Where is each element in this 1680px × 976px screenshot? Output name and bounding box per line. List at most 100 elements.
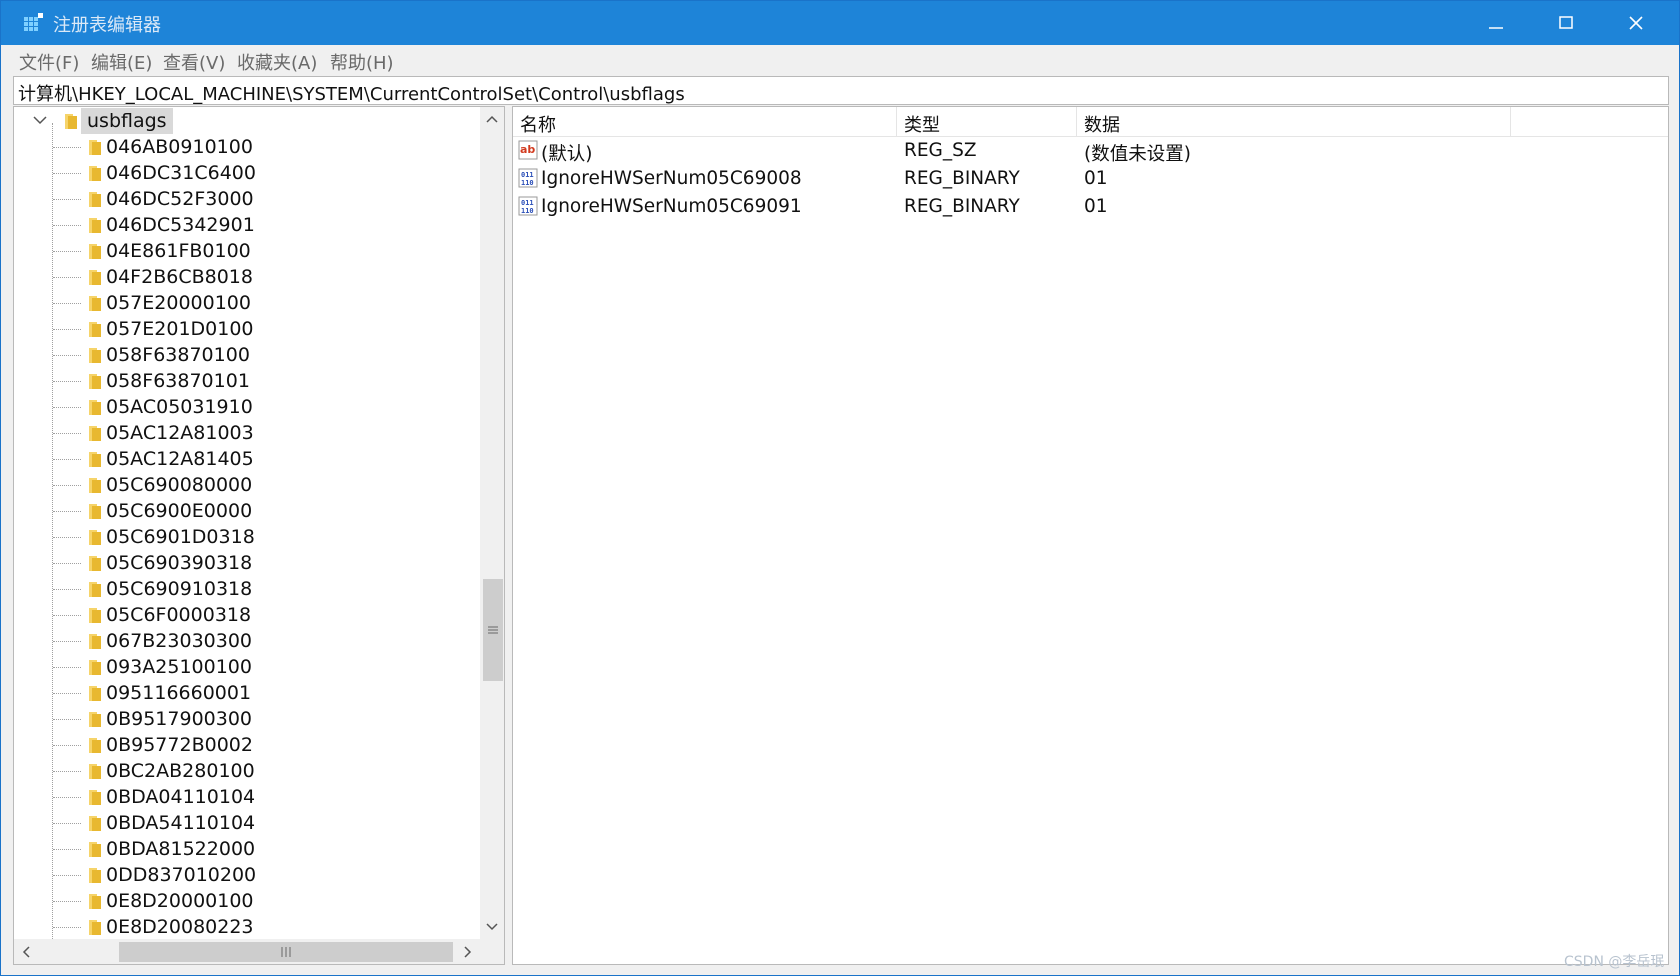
- tree-horizontal-scrollbar[interactable]: [14, 939, 480, 964]
- watermark: CSDN @李岳珉: [1564, 954, 1665, 970]
- tree-node[interactable]: 046DC31C6400: [14, 160, 480, 186]
- column-header-name[interactable]: 名称: [513, 107, 897, 136]
- folder-icon: [88, 658, 102, 676]
- folder-icon: [88, 502, 102, 520]
- tree-connector: [53, 641, 81, 642]
- tree-node-label: 0BDA81522000: [106, 838, 256, 860]
- tree-connector: [53, 563, 81, 564]
- tree-connector: [53, 693, 81, 694]
- tree-node[interactable]: 04E861FB0100: [14, 238, 480, 264]
- tree-node[interactable]: 05C690080000: [14, 472, 480, 498]
- tree-node[interactable]: 05C6901D0318: [14, 524, 480, 550]
- tree-node[interactable]: 0BDA81522000: [14, 836, 480, 862]
- tree-node[interactable]: 05C690390318: [14, 550, 480, 576]
- tree-node[interactable]: 04F2B6CB8018: [14, 264, 480, 290]
- scroll-thumb[interactable]: [483, 579, 503, 681]
- scroll-thumb[interactable]: [119, 942, 453, 962]
- tree-node[interactable]: 0DD837010200: [14, 862, 480, 888]
- scroll-up-button[interactable]: [480, 107, 504, 131]
- folder-icon: [88, 684, 102, 702]
- tree-node[interactable]: 0BDA54110104: [14, 810, 480, 836]
- window-title: 注册表编辑器: [53, 15, 161, 36]
- folder-icon: [88, 450, 102, 468]
- folder-icon: [88, 398, 102, 416]
- tree-connector: [53, 225, 81, 226]
- maximize-button[interactable]: [1531, 1, 1601, 45]
- tree-connector: [53, 303, 81, 304]
- tree-connector: [53, 901, 81, 902]
- value-row[interactable]: ab (默认) REG_SZ (数值未设置): [513, 137, 1668, 165]
- menu-edit[interactable]: 编辑(E): [91, 49, 152, 75]
- tree-connector: [53, 849, 81, 850]
- tree-node-label: 093A25100100: [106, 656, 252, 678]
- tree-connector: [53, 381, 81, 382]
- tree-node-label: 057E20000100: [106, 292, 251, 314]
- menu-help[interactable]: 帮助(H): [330, 49, 394, 75]
- folder-icon: [88, 788, 102, 806]
- tree-connector: [53, 485, 81, 486]
- scroll-left-button[interactable]: [14, 939, 38, 964]
- title-bar[interactable]: 注册表编辑器: [1, 1, 1679, 45]
- tree-node[interactable]: 05AC12A81003: [14, 420, 480, 446]
- chevron-left-icon: [22, 945, 30, 958]
- tree-node-label: 058F63870101: [106, 370, 250, 392]
- tree-node[interactable]: 0B95772B0002: [14, 732, 480, 758]
- scroll-down-button[interactable]: [480, 915, 504, 939]
- column-header-type[interactable]: 类型: [897, 107, 1077, 136]
- tree-node[interactable]: 0B9517900300: [14, 706, 480, 732]
- tree-node[interactable]: 046AB0910100: [14, 134, 480, 160]
- scroll-right-button[interactable]: [456, 939, 480, 964]
- minimize-button[interactable]: [1461, 1, 1531, 45]
- tree-node[interactable]: 067B23030300: [14, 628, 480, 654]
- close-button[interactable]: [1601, 1, 1671, 45]
- tree-node-label: 0B95772B0002: [106, 734, 253, 756]
- tree-node-label: 05C690390318: [106, 552, 253, 574]
- address-bar[interactable]: 计算机\HKEY_LOCAL_MACHINE\SYSTEM\CurrentCon…: [13, 76, 1669, 105]
- tree-node[interactable]: 093A25100100: [14, 654, 480, 680]
- chevron-up-icon: [486, 115, 498, 123]
- tree-node[interactable]: 05C690910318: [14, 576, 480, 602]
- binary-value-icon: 011 110: [518, 196, 538, 216]
- value-row[interactable]: 011 110 IgnoreHWSerNum05C69008 REG_BINARY 01: [513, 165, 1668, 192]
- tree-node[interactable]: 05C6F0000318: [14, 602, 480, 628]
- key-tree-pane: usbflags 046AB0910100 046DC31C6400 046DC52…: [13, 106, 505, 965]
- tree-node[interactable]: 0E8D20000100: [14, 888, 480, 914]
- value-name: IgnoreHWSerNum05C69091: [541, 196, 802, 217]
- tree-connector: [53, 745, 81, 746]
- value-row[interactable]: 011 110 IgnoreHWSerNum05C69091 REG_BINARY 01: [513, 193, 1668, 220]
- tree-node-usbflags[interactable]: usbflags: [14, 108, 480, 134]
- tree-node-label: 0E8D20000100: [106, 890, 254, 912]
- tree-node[interactable]: 05C6900E0000: [14, 498, 480, 524]
- tree-node[interactable]: 046DC5342901: [14, 212, 480, 238]
- tree-node[interactable]: 05AC05031910: [14, 394, 480, 420]
- folder-icon: [88, 840, 102, 858]
- menu-file[interactable]: 文件(F): [19, 49, 79, 75]
- folder-icon: [88, 554, 102, 572]
- tree-node[interactable]: 057E201D0100: [14, 316, 480, 342]
- tree-node[interactable]: 057E20000100: [14, 290, 480, 316]
- tree-node[interactable]: 0E8D20080223: [14, 914, 480, 939]
- svg-text:110: 110: [521, 207, 534, 215]
- minimize-icon: [1489, 27, 1503, 29]
- tree-node[interactable]: 046DC52F3000: [14, 186, 480, 212]
- tree-node[interactable]: 058F63870100: [14, 342, 480, 368]
- tree-connector: [53, 173, 81, 174]
- menu-favorites[interactable]: 收藏夹(A): [237, 49, 317, 75]
- menu-view[interactable]: 查看(V): [163, 49, 225, 75]
- tree-node-label: 0BDA54110104: [106, 812, 256, 834]
- tree-node[interactable]: 05AC12A81405: [14, 446, 480, 472]
- tree-node-label: 05C6901D0318: [106, 526, 255, 548]
- tree-node[interactable]: 058F63870101: [14, 368, 480, 394]
- tree-node-label: 05C6F0000318: [106, 604, 252, 626]
- tree-node-label: 058F63870100: [106, 344, 250, 366]
- tree-node[interactable]: 095116660001: [14, 680, 480, 706]
- tree-connector: [53, 927, 81, 928]
- tree-vertical-scrollbar[interactable]: [480, 107, 504, 939]
- folder-icon: [88, 866, 102, 884]
- tree-node-label: 0E8D20080223: [106, 916, 254, 938]
- column-header-data[interactable]: 数据: [1077, 107, 1511, 136]
- tree-node[interactable]: 0BC2AB280100: [14, 758, 480, 784]
- tree-node[interactable]: 0BDA04110104: [14, 784, 480, 810]
- tree-node-label: 095116660001: [106, 682, 252, 704]
- chevron-down-icon[interactable]: [32, 112, 48, 128]
